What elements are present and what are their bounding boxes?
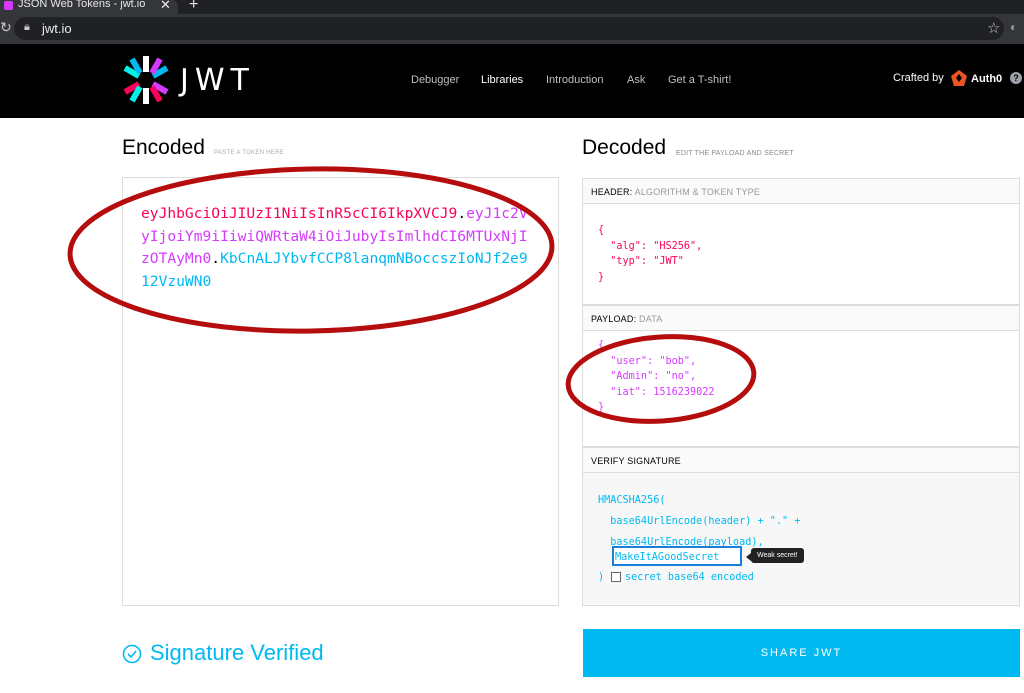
extension-icon[interactable]: ◐	[1010, 20, 1017, 34]
jwt-logo-icon[interactable]	[120, 54, 172, 106]
share-jwt-button[interactable]: SHARE JWT	[583, 629, 1020, 677]
auth0-logo-icon[interactable]	[950, 69, 968, 87]
token-header-part: eyJhbGciOiJIUzI1NiIsInR5cCI6IkpXVCJ9	[141, 205, 458, 222]
site-header: JWT Debugger Libraries Introduction Ask …	[0, 44, 1024, 118]
payload-section-sub: DATA	[639, 314, 663, 324]
header-section-label: HEADER:	[591, 187, 633, 197]
base64-checkbox[interactable]	[611, 572, 621, 582]
token-dot: .	[457, 205, 467, 222]
nav-tshirt[interactable]: Get a T-shirt!	[668, 74, 731, 86]
decoded-title: Decoded	[582, 136, 667, 159]
logo-text[interactable]: JWT	[180, 63, 255, 98]
verify-signature-panel: HMACSHA256( base64UrlEncode(header) + ".…	[582, 473, 1020, 606]
encoded-title: Encoded	[122, 136, 205, 159]
close-paren: )	[598, 572, 605, 583]
close-icon[interactable]: ✕	[160, 0, 171, 13]
verify-section-title: VERIFY SIGNATURE	[582, 447, 1020, 473]
decoded-hint: EDIT THE PAYLOAD AND SECRET	[676, 150, 794, 157]
header-section-title: HEADER: ALGORITHM & TOKEN TYPE	[582, 178, 1020, 204]
url-text[interactable]: jwt.io	[42, 21, 72, 36]
browser-tab-bar: JSON Web Tokens - jwt.io ✕ +	[0, 0, 1024, 14]
browser-tab[interactable]: JSON Web Tokens - jwt.io ✕	[0, 0, 178, 14]
crafted-by-label: Crafted by	[893, 72, 944, 84]
nav-libraries[interactable]: Libraries	[481, 74, 523, 86]
base64-checkbox-label[interactable]: secret base64 encoded	[625, 570, 754, 586]
verify-section-label: VERIFY SIGNATURE	[591, 456, 681, 466]
weak-secret-tooltip: Weak secret!	[751, 548, 804, 563]
jwt-favicon-icon	[4, 1, 13, 10]
encoded-hint: PASTE A TOKEN HERE	[214, 150, 285, 156]
header-json[interactable]: { "alg": "HS256", "typ": "JWT" }	[598, 223, 1019, 285]
nav-ask[interactable]: Ask	[627, 74, 645, 86]
tab-title: JSON Web Tokens - jwt.io	[18, 0, 146, 10]
nav-introduction[interactable]: Introduction	[546, 74, 603, 86]
payload-section-label: PAYLOAD:	[591, 314, 637, 324]
address-bar: ↻ 🔒︎ jwt.io ☆ ◐	[0, 14, 1024, 44]
nav-debugger[interactable]: Debugger	[411, 74, 459, 86]
verify-code: HMACSHA256( base64UrlEncode(header) + ".…	[598, 495, 801, 548]
help-icon[interactable]: ?	[1010, 72, 1022, 84]
omnibox[interactable]: 🔒︎ jwt.io ☆	[14, 17, 1004, 40]
header-section-sub: ALGORITHM & TOKEN TYPE	[634, 187, 761, 197]
check-circle-icon	[122, 644, 142, 664]
token-dot: .	[211, 250, 221, 267]
auth0-brand[interactable]: Auth0	[971, 73, 1002, 85]
bookmark-star-icon[interactable]: ☆	[987, 19, 1000, 37]
new-tab-button[interactable]: +	[189, 0, 198, 14]
lock-icon[interactable]: 🔒︎	[24, 21, 30, 34]
encoded-token-text[interactable]: eyJhbGciOiJIUzI1NiIsInR5cCI6IkpXVCJ9.eyJ…	[141, 203, 531, 293]
payload-section-title: PAYLOAD: DATA	[582, 305, 1020, 331]
reload-icon[interactable]: ↻	[0, 19, 12, 36]
payload-json[interactable]: { "user": "bob", "Admin": "no", "iat": 1…	[598, 338, 1019, 416]
signature-verified-status: Signature Verified	[150, 640, 324, 665]
payload-json-editor[interactable]: { "user": "bob", "Admin": "no", "iat": 1…	[582, 331, 1020, 447]
secret-input[interactable]	[612, 546, 742, 566]
header-json-editor[interactable]: { "alg": "HS256", "typ": "JWT" }	[582, 204, 1020, 305]
